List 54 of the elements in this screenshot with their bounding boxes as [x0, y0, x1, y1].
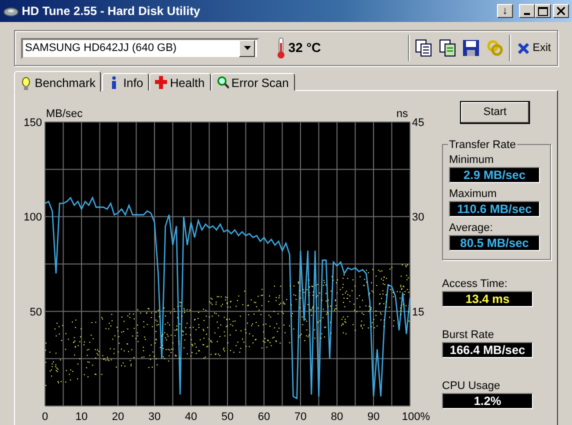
axis-title: MB/sec — [46, 108, 83, 120]
stat-label: Burst Rate — [442, 328, 495, 342]
close-icon — [516, 42, 530, 54]
stat-value: 13.4 ms — [465, 292, 510, 306]
stat-label: CPU Usage — [442, 379, 502, 393]
axis-tick-label: 80 — [330, 411, 344, 423]
axis-tick-label: 60 — [258, 411, 270, 423]
start-button[interactable]: Start — [460, 101, 530, 124]
stat-value: 80.5 MB/sec — [460, 236, 529, 250]
menu-button[interactable]: ↓ — [497, 4, 513, 18]
axis-tick-label: 50 — [30, 306, 42, 318]
axis-tick-label: 30 — [148, 411, 161, 423]
minimize-button[interactable] — [519, 4, 535, 18]
axis-tick-label: 15 — [412, 306, 424, 318]
window-title: HD Tune 2.55 - Hard Disk Utility — [22, 3, 200, 20]
axis-tick-label: 20 — [112, 411, 124, 423]
axis-tick-label: 70 — [294, 411, 307, 423]
caret-icon — [244, 46, 250, 50]
stat-value: 110.6 MB/sec — [457, 202, 532, 216]
axis-tick-label: 10 — [75, 411, 88, 423]
tab[interactable]: Error Scan — [210, 73, 295, 91]
stat-value: 2.9 MB/sec — [463, 168, 526, 182]
axis-tick-label: 40 — [184, 411, 198, 423]
exit-button[interactable]: Exit — [516, 40, 551, 56]
axis-tick-label: 100% — [402, 411, 430, 423]
tab[interactable]: Benchmark — [14, 71, 102, 92]
stat-label: Average: — [449, 221, 494, 235]
stat-value: 1.2% — [474, 394, 502, 408]
axis-tick-label: 45 — [412, 117, 424, 129]
temperature-value: 32 °C — [288, 39, 321, 58]
maximize-icon — [538, 6, 548, 16]
stat-label: Minimum — [449, 153, 495, 167]
axis-tick-label: 150 — [24, 117, 42, 129]
axis-tick-label: 100 — [24, 212, 42, 224]
health-cross-icon — [155, 76, 168, 89]
close-button[interactable] — [553, 4, 569, 18]
axis-tick-label: 30 — [412, 212, 424, 224]
drive-dropdown[interactable]: SAMSUNG HD642JJ (640 GB) — [21, 38, 259, 58]
tab[interactable]: Health — [149, 73, 211, 91]
axis-tick-label: 50 — [221, 411, 234, 423]
search-icon — [216, 76, 229, 89]
copy-icon[interactable] — [415, 39, 434, 57]
stat-label: Maximum — [449, 187, 498, 201]
tab[interactable]: Info — [102, 73, 150, 91]
documents-icon[interactable] — [438, 39, 457, 57]
axis-title: ns — [396, 108, 408, 120]
stat-label: Access Time: — [442, 277, 508, 291]
bulb-icon — [20, 76, 32, 90]
thermometer-icon — [276, 37, 286, 59]
axis-tick-label: 0 — [42, 411, 48, 423]
stat-value: 166.4 MB/sec — [450, 343, 526, 357]
close-icon — [557, 7, 565, 15]
maximize-button[interactable] — [535, 4, 551, 18]
axis-tick-label: 90 — [367, 411, 380, 423]
